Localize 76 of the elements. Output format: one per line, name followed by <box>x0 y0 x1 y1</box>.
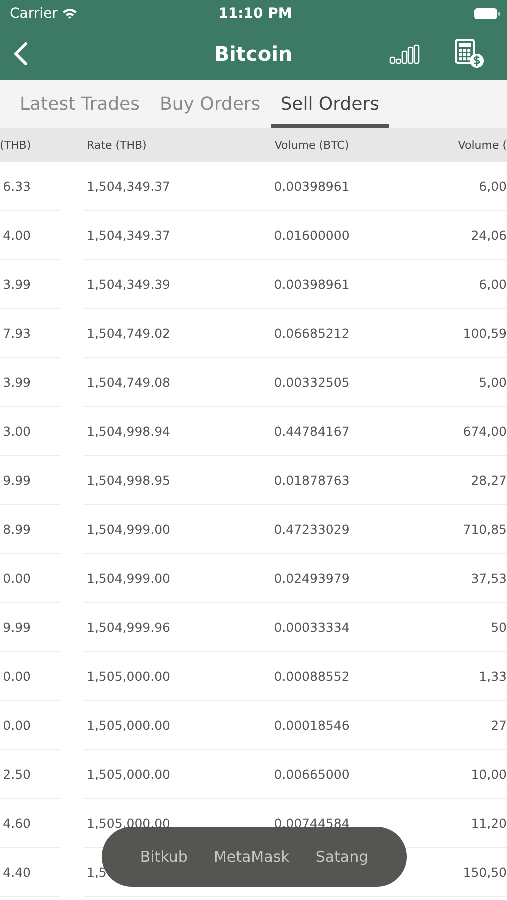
table-cell-text: 1,505,000.00 <box>86 766 172 782</box>
table-cell-text: 0.06685212 <box>273 326 351 340</box>
table-cell: 9.99 <box>3 472 31 488</box>
table-cell-text: 0.01878763 <box>273 472 351 488</box>
status-time: 11:10 PM <box>218 6 294 22</box>
column-header: (THB) <box>0 138 32 152</box>
table-cell: 3.99 <box>3 374 31 390</box>
table-cell-text: 1,504,349.37 <box>86 178 172 194</box>
table-cell-text: 1,504,998.94 <box>86 424 172 438</box>
table-cell: 8.99 <box>3 522 31 536</box>
bar-chart-icon[interactable] <box>389 43 421 65</box>
table-cell-text: 1,505,000.00 <box>86 668 172 684</box>
table-cell: 3.00 <box>3 424 31 438</box>
battery-icon <box>474 8 502 20</box>
table-cell-text: 0.00398961 <box>273 178 351 194</box>
table-cell: 0.00 <box>3 570 31 586</box>
table-cell-text: 0.47233029 <box>273 522 351 536</box>
table-cell-text: 6,00 <box>478 178 507 194</box>
table-cell-text: 0.00665000 <box>273 766 351 782</box>
table-cell-text: 0.00398961 <box>273 276 351 292</box>
table-cell-text: 0.00018546 <box>273 718 351 732</box>
table-cell-text: 1,504,349.37 <box>86 228 172 242</box>
menu-item[interactable]: Bitkub <box>140 848 188 866</box>
table-cell: 3.99 <box>3 276 31 292</box>
table-cell-text: 37,53 <box>470 570 507 586</box>
table-cell-text: 0.00332505 <box>273 374 351 390</box>
table-cell-text: 1,5 <box>86 864 108 880</box>
table-cell-text: 24,06 <box>470 228 507 242</box>
table-cell-text: 0.00744584 <box>273 816 351 830</box>
column-header: Rate (THB) <box>86 138 148 152</box>
table-cell-text: 1,504,998.95 <box>86 472 172 488</box>
table-cell-text: 1,504,349.39 <box>86 276 172 292</box>
table-cell-text: 674,00 <box>462 424 507 438</box>
table-cell-text: 50 <box>490 620 507 634</box>
calculator-dollar-icon[interactable] <box>455 39 485 69</box>
table-cell-text: 10,00 <box>470 766 507 782</box>
table-cell-text: 0.00033334 <box>273 620 351 634</box>
table-cell-text: 1,504,999.00 <box>86 522 172 536</box>
table-cell: 7.93 <box>3 326 31 340</box>
table-cell-text: 1,33 <box>478 668 507 684</box>
table-cell: 9.99 <box>3 620 31 634</box>
menu-item[interactable]: Satang <box>316 848 369 866</box>
table-cell-text: 27 <box>490 718 507 732</box>
table-cell: 6.33 <box>3 178 31 194</box>
menu-item[interactable]: MetaMask <box>214 848 290 866</box>
table-cell: 0.00 <box>3 718 31 732</box>
screen-title: Bitcoin <box>214 42 293 66</box>
table-cell-text: 28,27 <box>470 472 507 488</box>
column-header: Volume ( <box>457 138 507 152</box>
table-cell: 4.60 <box>3 816 31 830</box>
table-cell-text: 1,504,999.00 <box>86 570 172 586</box>
back-icon[interactable] <box>14 42 28 66</box>
table-cell: 2.50 <box>3 766 31 782</box>
table-cell-text: 0.01600000 <box>273 228 351 242</box>
table-cell-text: 1,504,749.08 <box>86 374 172 390</box>
table-cell-text: 11,20 <box>470 816 507 830</box>
table-cell-text: 710,85 <box>462 522 507 536</box>
table-cell-text: 100,59 <box>462 326 507 340</box>
tab[interactable]: Latest Trades <box>10 80 150 128</box>
column-header: Volume (BTC) <box>274 138 350 152</box>
table-cell-text: 1,505,000.00 <box>86 816 172 830</box>
table-cell-text: 150,50 <box>462 864 507 880</box>
table-cell-text: 0.02493979 <box>273 570 351 586</box>
table-cell: 0.00 <box>3 668 31 684</box>
table-cell-text: 5,00 <box>478 374 507 390</box>
tab[interactable]: Buy Orders <box>150 80 271 128</box>
carrier-label: Carrier <box>10 6 58 22</box>
wifi-icon <box>62 8 78 20</box>
table-cell-text: 1,504,749.02 <box>86 326 172 340</box>
table-cell: 4.40 <box>3 864 31 880</box>
table-cell-text: 0.00088552 <box>273 668 351 684</box>
table-cell-text: 1,504,999.96 <box>86 620 172 634</box>
table-cell-text: 1,505,000.00 <box>86 718 172 732</box>
table-cell-text: 6,00 <box>478 276 507 292</box>
table-cell-text: 0.44784167 <box>273 424 351 438</box>
table-cell: 4.00 <box>3 228 31 242</box>
